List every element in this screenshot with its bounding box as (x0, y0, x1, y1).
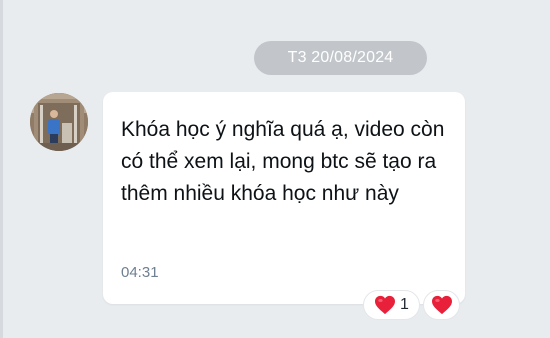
heart-icon (375, 295, 396, 315)
reaction-count: 1 (400, 296, 409, 313)
date-separator: T3 20/08/2024 (254, 41, 427, 75)
message-time: 04:31 (121, 264, 159, 281)
avatar-photo (30, 93, 88, 151)
avatar[interactable] (30, 93, 88, 151)
left-border (0, 0, 3, 338)
message-bubble[interactable]: Khóa học ý nghĩa quá ạ, video còn có thể… (103, 92, 465, 304)
add-heart-reaction-button[interactable] (423, 290, 460, 320)
heart-icon (431, 295, 452, 315)
reaction-heart-count[interactable]: 1 (363, 290, 420, 320)
message-text: Khóa học ý nghĩa quá ạ, video còn có thể… (121, 118, 445, 205)
